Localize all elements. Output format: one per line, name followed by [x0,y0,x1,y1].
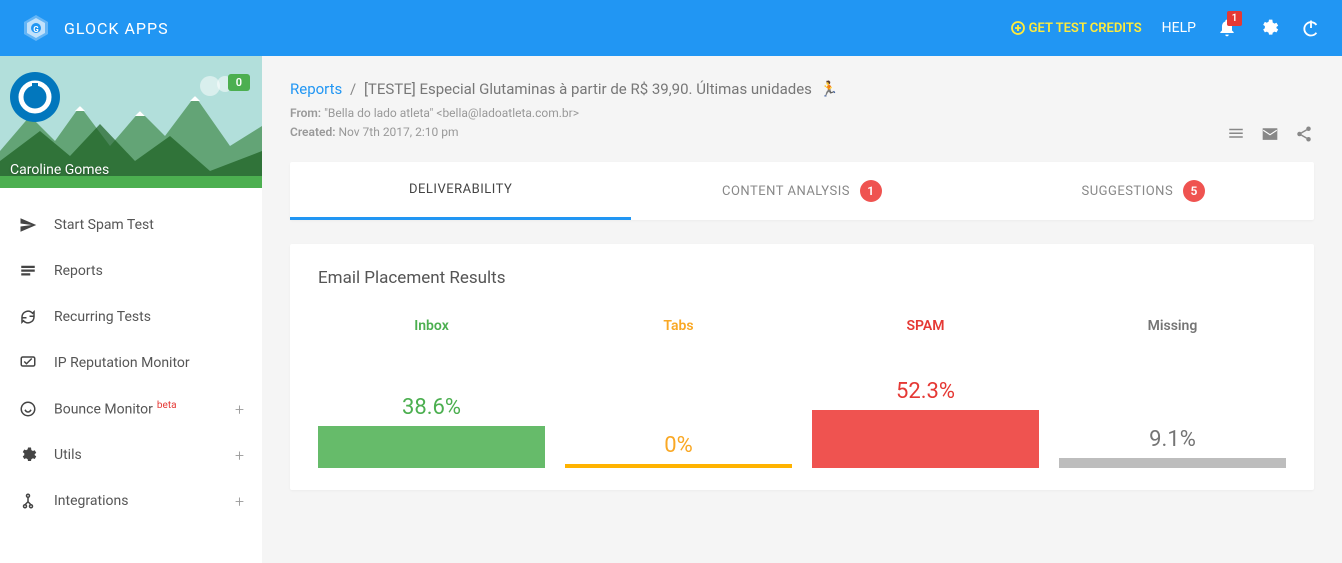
tab-label: SUGGESTIONS [1081,184,1173,199]
nav-label: Bounce Monitorbeta [54,400,235,418]
placement-chart: Inbox 38.6% Tabs 0% SPAM 52 [318,318,1286,468]
chart-label-tabs: Tabs [663,318,693,334]
chart-bar-missing [1059,458,1286,468]
chart-value-inbox: 38.6% [402,395,461,420]
profile-name: Caroline Gomes [10,162,109,178]
share-button[interactable] [1294,124,1314,144]
chart-col-missing: Missing 9.1% [1059,318,1286,468]
expand-icon: + [235,400,244,419]
chart-col-tabs: Tabs 0% [565,318,792,468]
plus-circle-icon [1011,21,1025,35]
top-header: G GLOCK APPS GET TEST CREDITS HELP 1 [0,0,1342,56]
gear-icon [1259,18,1279,38]
gear-icon [18,445,38,465]
app-logo-icon: G [20,12,52,44]
results-title: Email Placement Results [318,268,1286,288]
logo-wrap[interactable]: G GLOCK APPS [20,12,169,44]
avatar-icon [18,80,52,114]
expand-icon: + [235,446,244,465]
breadcrumb: Reports / [TESTE] Especial Glutaminas à … [290,80,1314,98]
chart-bar-spam [812,410,1039,468]
profile-banner: 0 Caroline Gomes [0,56,262,188]
tab-label: DELIVERABILITY [409,182,512,197]
runner-icon: 🏃 [820,80,839,98]
meta-actions [1226,124,1314,144]
nav-item-bounce-monitor[interactable]: Bounce Monitorbeta + [0,386,262,432]
breadcrumb-root[interactable]: Reports [290,80,342,98]
nav-label: Utils [54,447,235,463]
share-icon [1295,125,1313,143]
main-content: Reports / [TESTE] Especial Glutaminas à … [262,56,1342,563]
help-link[interactable]: HELP [1162,20,1196,36]
chart-col-inbox: Inbox 38.6% [318,318,545,468]
nav-label: Reports [54,263,244,279]
paper-plane-icon [18,215,38,235]
chart-col-spam: SPAM 52.3% [812,318,1039,468]
envelope-icon [1261,125,1279,143]
breadcrumb-title: [TESTE] Especial Glutaminas à partir de … [364,80,812,98]
chart-label-spam: SPAM [906,318,944,334]
nav-item-utils[interactable]: Utils + [0,432,262,478]
chart-label-missing: Missing [1148,318,1198,334]
nav-label: IP Reputation Monitor [54,355,244,371]
nav-item-start-spam-test[interactable]: Start Spam Test [0,202,262,248]
notifications-button[interactable]: 1 [1216,17,1238,39]
nav-item-recurring-tests[interactable]: Recurring Tests [0,294,262,340]
tab-suggestions[interactable]: SUGGESTIONS 5 [973,162,1314,220]
meta-from: From: "Bella do lado atleta" <bella@lado… [290,106,1314,120]
get-credits-link[interactable]: GET TEST CREDITS [1011,21,1142,36]
expand-icon: + [235,492,244,511]
bounce-icon [18,399,38,419]
tab-label: CONTENT ANALYSIS [722,184,850,199]
power-button[interactable] [1300,17,1322,39]
nav-item-ip-reputation[interactable]: IP Reputation Monitor [0,340,262,386]
integrations-icon [18,491,38,511]
email-button[interactable] [1260,124,1280,144]
chart-bar-inbox [318,426,545,468]
nav: Start Spam Test Reports Recurring Tests … [0,188,262,538]
list-icon [1227,125,1245,143]
reports-icon [18,261,38,281]
breadcrumb-separator: / [350,80,356,98]
nav-item-reports[interactable]: Reports [0,248,262,294]
chart-value-missing: 9.1% [1149,427,1196,452]
tab-content-analysis[interactable]: CONTENT ANALYSIS 1 [631,162,972,220]
sidebar: 0 Caroline Gomes Start Spam Test Reports… [0,56,262,563]
meta-created: Created: Nov 7th 2017, 2:10 pm [290,125,1226,139]
nav-item-integrations[interactable]: Integrations + [0,478,262,524]
tab-badge: 1 [860,180,882,202]
settings-button[interactable] [1258,17,1280,39]
nav-label: Recurring Tests [54,309,244,325]
avatar[interactable] [10,72,60,122]
list-view-button[interactable] [1226,124,1246,144]
chart-label-inbox: Inbox [414,318,449,334]
chart-value-tabs: 0% [664,433,692,458]
chart-bar-tabs [565,464,792,468]
header-right: GET TEST CREDITS HELP 1 [1011,17,1322,39]
chart-value-spam: 52.3% [896,379,955,404]
nav-label: Start Spam Test [54,217,244,233]
app-title: GLOCK APPS [64,19,169,38]
results-card: Email Placement Results Inbox 38.6% Tabs… [290,244,1314,490]
refresh-icon [18,307,38,327]
power-icon [1301,18,1321,38]
notification-badge: 1 [1227,11,1242,26]
credits-label: GET TEST CREDITS [1029,21,1142,36]
svg-text:G: G [33,25,39,34]
nav-label: Integrations [54,493,235,509]
profile-badge: 0 [228,74,250,91]
tabs: DELIVERABILITY CONTENT ANALYSIS 1 SUGGES… [290,162,1314,220]
monitor-icon [18,353,38,373]
tab-deliverability[interactable]: DELIVERABILITY [290,162,631,220]
tab-badge: 5 [1183,180,1205,202]
